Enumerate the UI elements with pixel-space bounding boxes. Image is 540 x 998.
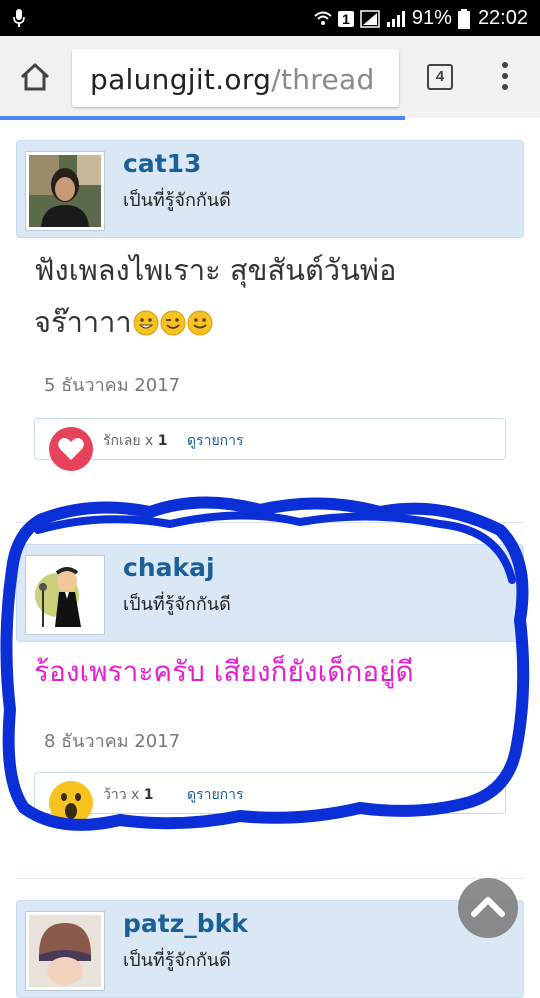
avatar[interactable]	[25, 151, 105, 231]
heart-reaction-icon	[49, 427, 93, 471]
post-date[interactable]: 5 ธันวาคม 2017	[44, 370, 180, 399]
sim-badge: 1	[338, 10, 354, 27]
post-userbox: patz_bkk เป็นที่รู้จักกันดี	[16, 900, 524, 998]
username[interactable]: chakaj	[123, 553, 215, 582]
smile-emoji-icon	[187, 310, 213, 336]
scroll-to-top-button[interactable]	[458, 878, 518, 938]
clock: 22:02	[477, 7, 528, 29]
post-message: ร้องเพราะครับ เสียงก็ยังเด็กอยู่ดี	[34, 655, 414, 688]
reactions-bar: ว้าว x 1 ดูรายการ	[34, 772, 506, 814]
view-reactions-link[interactable]: ดูรายการ	[187, 784, 244, 806]
reaction-summary: รักเลย x 1	[103, 433, 168, 449]
thread-content: cat13 เป็นที่รู้จักกันดี ฟังเพลงไพเราะ ส…	[0, 120, 540, 998]
signal-bars-icon	[386, 10, 405, 27]
user-title: เป็นที่รู้จักกันดี	[123, 190, 231, 211]
post-userbox: chakaj เป็นที่รู้จักกันดี	[16, 544, 524, 642]
signal-icon-sim1	[360, 9, 380, 28]
user-cartoon	[29, 559, 101, 631]
battery-icon	[457, 8, 470, 29]
user-photo	[29, 915, 101, 987]
wifi-icon	[314, 11, 332, 25]
username[interactable]: cat13	[123, 149, 201, 178]
wow-reaction-icon	[49, 781, 93, 825]
post-divider	[16, 878, 524, 879]
user-title: เป็นที่รู้จักกันดี	[123, 594, 231, 615]
overflow-menu-icon[interactable]	[498, 62, 512, 92]
wink-emoji-icon	[160, 310, 186, 336]
view-reactions-link[interactable]: ดูรายการ	[187, 430, 244, 452]
chevron-up-icon	[471, 897, 505, 917]
browser-toolbar: palungjit.org/thread 4	[0, 36, 540, 118]
user-photo	[29, 155, 101, 227]
status-bar: 1 91% 22:02	[0, 0, 540, 36]
avatar[interactable]	[25, 911, 105, 991]
home-icon[interactable]	[18, 60, 52, 94]
post-date[interactable]: 8 ธันวาคม 2017	[44, 726, 180, 755]
post-message-line: จร๊าาาา	[34, 296, 396, 348]
battery-percent: 91%	[411, 7, 452, 29]
post-message-line: ฟังเพลงไพเราะ สุขสันต์วันพ่อ	[34, 253, 397, 287]
microphone-icon	[13, 9, 25, 27]
username[interactable]: patz_bkk	[123, 909, 248, 938]
post-divider	[16, 522, 524, 523]
tab-switcher-button[interactable]: 4	[427, 64, 453, 90]
reactions-bar: รักเลย x 1 ดูรายการ	[34, 418, 506, 460]
url-host: palungjit.org	[90, 63, 272, 96]
post-userbox: cat13 เป็นที่รู้จักกันดี	[16, 140, 524, 238]
address-bar[interactable]: palungjit.org/thread	[72, 49, 399, 107]
url-path: /thread	[271, 63, 375, 96]
reaction-summary: ว้าว x 1	[103, 787, 154, 803]
post-message: ฟังเพลงไพเราะ สุขสันต์วันพ่อ จร๊าาาา	[34, 244, 396, 348]
avatar[interactable]	[25, 555, 105, 635]
grin-emoji-icon	[133, 310, 159, 336]
